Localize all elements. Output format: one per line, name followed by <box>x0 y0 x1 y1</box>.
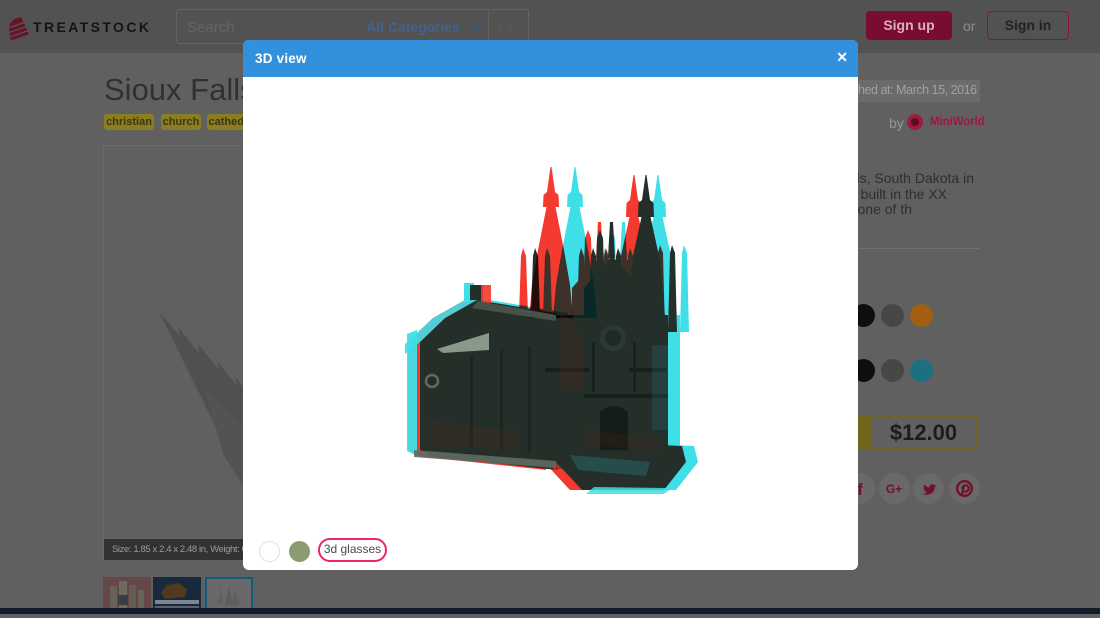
svg-text:G+: G+ <box>886 482 902 496</box>
svg-text:f: f <box>857 480 863 499</box>
